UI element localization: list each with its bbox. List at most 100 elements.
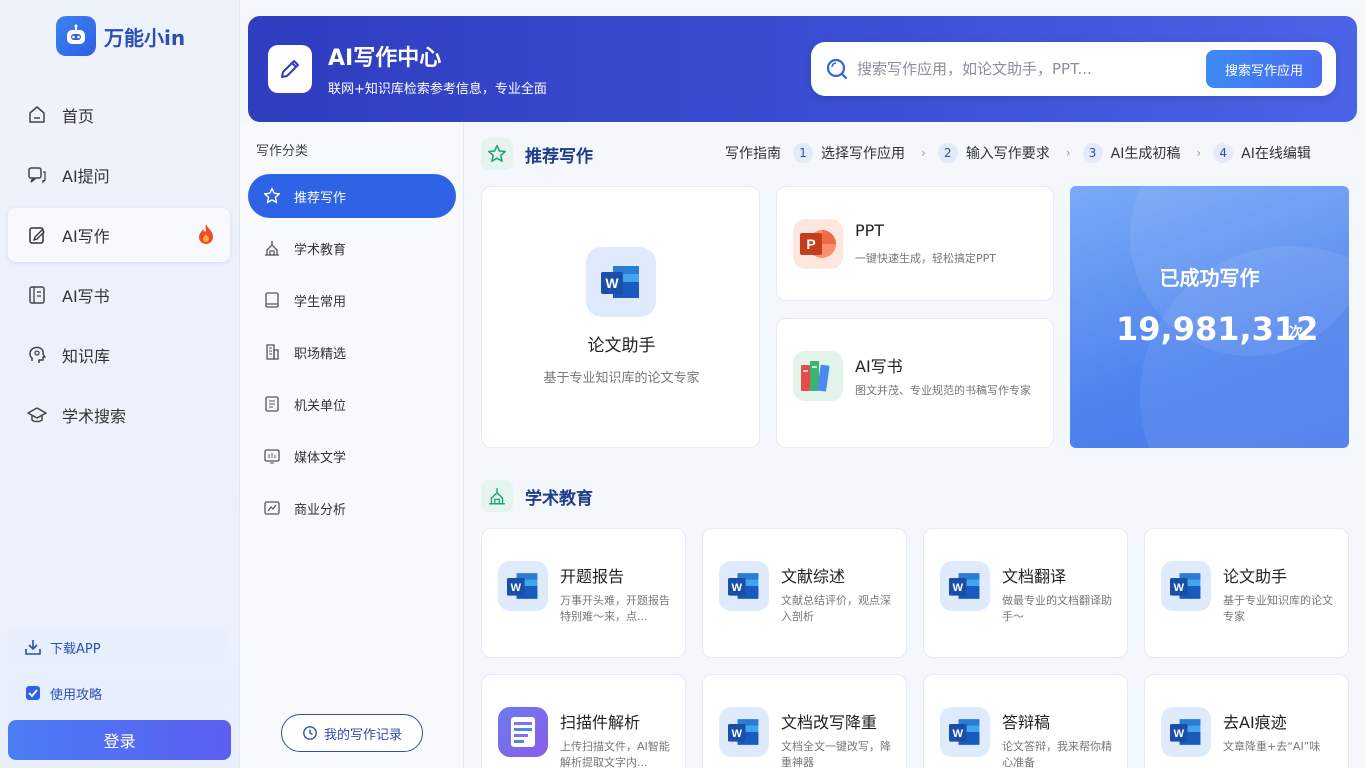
app-card-desc: 上传扫描文件，AI智能解析提取文字内... — [560, 740, 670, 768]
nav-ai-ask[interactable]: AI提问 — [8, 148, 230, 202]
download-app-button[interactable]: 下载APP — [8, 629, 230, 665]
building-icon — [262, 342, 282, 362]
app-card[interactable]: 扫描件解析上传扫描文件，AI智能解析提取文字内... — [481, 674, 686, 768]
app-card-title: 文献综述 — [781, 567, 846, 586]
analytics-icon — [262, 498, 282, 518]
app-card[interactable]: W 文献综述 文献总结评价，观点深入剖析 — [702, 528, 907, 658]
category-panel: 写作分类 推荐写作 学术教育 学生常用 职场精选 机关单位 媒体文学 商业分析 … — [240, 122, 464, 768]
stats-panel: 已成功写作 19,981,312 次 — [1070, 186, 1349, 448]
nav-home-label: 首页 — [62, 107, 95, 126]
nav-ai-write-label: AI写作 — [62, 227, 110, 246]
word-doc-icon: W — [719, 707, 769, 757]
svg-text:W: W — [1174, 582, 1185, 594]
word-doc-icon: W — [940, 707, 990, 757]
svg-text:W: W — [1174, 728, 1185, 740]
star-icon — [481, 138, 513, 170]
guide-step-number: 2 — [937, 143, 958, 163]
app-card-title: 扫描件解析 — [560, 713, 641, 732]
star-icon — [262, 186, 282, 206]
nav-academic-search[interactable]: 学术搜索 — [8, 388, 230, 442]
academy-icon — [262, 238, 282, 258]
app-card[interactable]: W 论文助手 基于专业知识库的论文专家 — [1144, 528, 1349, 658]
feature-card-thesis[interactable]: W 论文助手 基于专业知识库的论文专家 — [481, 186, 760, 448]
nav-ai-book[interactable]: AI写书 — [8, 268, 230, 322]
search-button[interactable]: 搜索写作应用 — [1206, 50, 1322, 88]
history-icon — [302, 725, 318, 741]
checklist-icon — [24, 684, 42, 702]
category-workplace-label: 职场精选 — [294, 346, 347, 362]
guide-step-label: 选择写作应用 — [821, 146, 905, 162]
category-government[interactable]: 机关单位 — [248, 382, 456, 426]
ppt-title: PPT — [855, 221, 885, 240]
app-card[interactable]: W 文档改写降重 文档全文一键改写，降重神器 — [702, 674, 907, 768]
category-recommended[interactable]: 推荐写作 — [248, 174, 456, 218]
media-icon — [262, 446, 282, 466]
ai-book-desc: 图文并茂、专业规范的书稿写作专家 — [855, 384, 1031, 397]
scan-document-icon — [498, 707, 548, 757]
page-title: AI写作中心 — [328, 46, 442, 71]
word-doc-icon: W — [1161, 707, 1211, 757]
feature-card-desc: 基于专业知识库的论文专家 — [543, 371, 700, 386]
app-card-ai-book[interactable]: AI写书 图文并茂、专业规范的书稿写作专家 — [776, 318, 1054, 448]
usage-guide-label: 使用攻略 — [50, 687, 103, 703]
books-icon — [793, 351, 843, 401]
fire-icon — [196, 223, 216, 249]
word-doc-icon: W — [940, 561, 990, 611]
app-card-ppt[interactable]: P PPT 一键快速生成，轻松搞定PPT — [776, 186, 1054, 301]
nav-knowledge-label: 知识库 — [62, 347, 111, 366]
search-input[interactable] — [857, 52, 1197, 86]
category-student[interactable]: 学生常用 — [248, 278, 456, 322]
category-media-label: 媒体文学 — [294, 450, 347, 466]
download-icon — [24, 638, 42, 656]
brand-name: 万能小in — [104, 25, 186, 50]
stats-unit: 次 — [1289, 325, 1303, 341]
nav-home[interactable]: 首页 — [8, 88, 230, 142]
nav-ai-book-label: AI写书 — [62, 287, 110, 306]
ppt-icon: P — [793, 219, 843, 269]
chevron-right-icon: › — [1065, 146, 1071, 160]
academy-icon — [481, 480, 513, 512]
notebook-icon — [262, 290, 282, 310]
app-card[interactable]: W 开题报告 万事开头难，开题报告特别难～来，点... — [481, 528, 686, 658]
svg-text:P: P — [806, 236, 815, 252]
word-doc-icon: W — [1161, 561, 1211, 611]
download-app-label: 下载APP — [50, 641, 101, 657]
app-card-desc: 文章降重+去“AI”味 — [1223, 740, 1321, 753]
category-workplace[interactable]: 职场精选 — [248, 330, 456, 374]
graduation-cap-icon — [26, 404, 48, 426]
chevron-right-icon: › — [921, 146, 926, 160]
category-student-label: 学生常用 — [294, 294, 347, 310]
nav-knowledge[interactable]: 知识库 — [8, 328, 230, 382]
login-button[interactable]: 登录 — [8, 720, 231, 760]
robot-logo-icon — [56, 16, 96, 56]
svg-text:W: W — [732, 728, 743, 740]
app-card-desc: 基于专业知识库的论文专家 — [1223, 594, 1333, 623]
app-card[interactable]: W 答辩稿 论文答辩，我来帮你精心准备 — [923, 674, 1128, 768]
recommended-heading: 推荐写作 — [481, 138, 593, 170]
nav-ai-write[interactable]: AI写作 — [8, 208, 230, 262]
writing-guide: 写作指南 1 选择写作应用 › 2 输入写作要求 › 3 AI生成初稿 › 4 … — [725, 143, 1311, 163]
edit-doc-icon — [26, 224, 48, 246]
chevron-right-icon: › — [1196, 146, 1202, 160]
writing-history-button[interactable]: 我的写作记录 — [281, 714, 423, 752]
app-card-title: 开题报告 — [560, 567, 625, 586]
word-doc-icon: W — [498, 561, 548, 611]
guide-step-number: 4 — [1213, 143, 1234, 163]
usage-guide-button[interactable]: 使用攻略 — [8, 675, 230, 711]
category-media[interactable]: 媒体文学 — [248, 434, 456, 478]
brand[interactable]: 万能小in — [56, 16, 185, 56]
guide-step-label: 输入写作要求 — [965, 146, 1050, 162]
svg-text:W: W — [953, 582, 964, 594]
search-box: 搜索写作应用 — [811, 42, 1336, 96]
stats-label: 已成功写作 — [1159, 266, 1260, 290]
svg-text:W: W — [605, 275, 619, 291]
category-academic[interactable]: 学术教育 — [248, 226, 456, 270]
category-business[interactable]: 商业分析 — [248, 486, 456, 530]
app-card-desc: 论文答辩，我来帮你精心准备 — [1002, 740, 1112, 768]
app-card[interactable]: W 去AI痕迹 文章降重+去“AI”味 — [1144, 674, 1349, 768]
app-card[interactable]: W 文档翻译 做最专业的文档翻译助手～ — [923, 528, 1128, 658]
guide-step-number: 3 — [1082, 143, 1103, 163]
category-government-label: 机关单位 — [294, 398, 347, 414]
book-icon — [26, 284, 48, 306]
recommended-title: 推荐写作 — [525, 146, 593, 167]
